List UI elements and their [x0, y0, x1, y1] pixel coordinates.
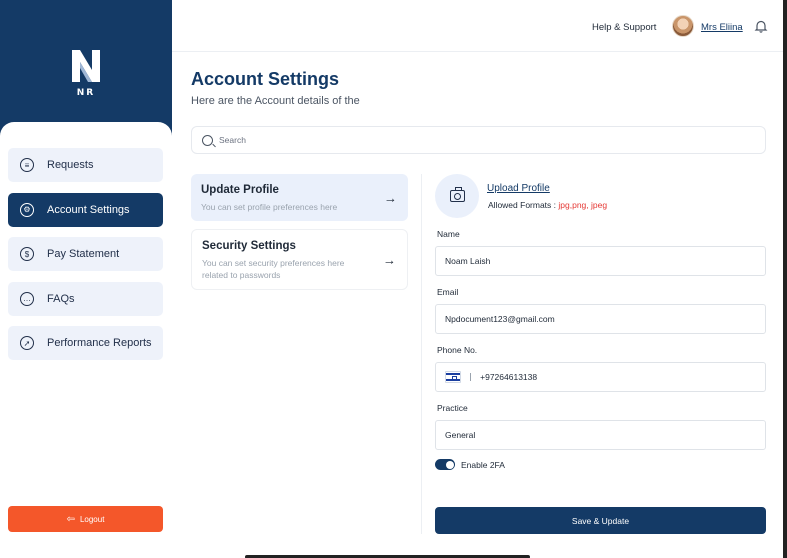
enable-2fa-toggle[interactable]: [435, 459, 455, 470]
help-support-link[interactable]: Help & Support: [592, 22, 656, 33]
upload-profile-link[interactable]: Upload Profile: [487, 183, 550, 194]
divider: [421, 174, 422, 534]
sidebar-item-performance-reports[interactable]: ➚ Performance Reports: [8, 326, 163, 360]
arrow-right-icon: →: [384, 190, 397, 205]
logo-n-icon: [72, 50, 100, 82]
card-description: You can set profile preferences here: [201, 202, 338, 212]
window-edge: [783, 0, 787, 558]
rocket-icon: ➚: [20, 336, 34, 350]
page-title: Account Settings: [191, 69, 340, 89]
card-description: You can set security preferences here re…: [202, 258, 345, 280]
app-window: NR ≡ Requests ⚙ Account Settings $ Pay S…: [0, 0, 787, 558]
email-field: [435, 304, 766, 334]
name-input[interactable]: [445, 256, 765, 266]
update-profile-card[interactable]: Update Profile You can set profile prefe…: [191, 174, 408, 221]
user-name-link[interactable]: Mrs Eliina: [701, 22, 743, 33]
bell-icon[interactable]: [754, 19, 768, 33]
camera-icon: [449, 187, 465, 202]
enable-2fa-label: Enable 2FA: [461, 460, 505, 470]
main-content: Account Settings Here are the Account de…: [172, 52, 787, 558]
brand-logo: NR: [62, 48, 110, 108]
phone-field: [435, 362, 766, 392]
sidebar-item-pay-statement[interactable]: $ Pay Statement: [8, 237, 163, 271]
israel-flag-icon[interactable]: [445, 371, 462, 383]
security-settings-card[interactable]: Security Settings You can set security p…: [191, 229, 408, 290]
search-input[interactable]: [219, 135, 719, 145]
sidebar-item-label: Requests: [47, 159, 94, 171]
logout-label: Logout: [79, 514, 105, 524]
sidebar-item-requests[interactable]: ≡ Requests: [8, 148, 163, 182]
phone-label: Phone No.: [437, 345, 478, 355]
allowed-formats-label: Allowed Formats :: [488, 200, 559, 210]
brand-logo-text: NR: [76, 88, 96, 98]
top-bar: Help & Support Mrs Eliina: [172, 0, 787, 52]
phone-separator: [470, 373, 472, 381]
name-label: Name: [437, 229, 460, 239]
email-input[interactable]: [445, 314, 765, 324]
practice-label: Practice: [437, 403, 468, 413]
sidebar-item-label: Account Settings: [47, 203, 130, 216]
logout-icon: ⇦: [66, 513, 75, 525]
phone-input[interactable]: [480, 372, 765, 382]
avatar[interactable]: [672, 15, 694, 37]
sidebar-item-label: FAQs: [47, 292, 75, 305]
gear-icon: ⚙: [20, 202, 34, 217]
upload-avatar-button[interactable]: [435, 174, 479, 218]
dollar-icon: $: [20, 247, 34, 261]
allowed-formats-value: jpg,png, jpeg: [558, 200, 608, 210]
search-icon: [202, 134, 213, 146]
card-title: Update Profile: [201, 184, 279, 196]
chat-icon: …: [20, 291, 34, 306]
allowed-formats: Allowed Formats : jpg,png, jpeg: [488, 200, 607, 210]
sidebar-item-faqs[interactable]: … FAQs: [8, 281, 163, 316]
document-icon: ≡: [20, 158, 34, 172]
sidebar: NR ≡ Requests ⚙ Account Settings $ Pay S…: [0, 0, 172, 558]
practice-input[interactable]: [445, 430, 765, 440]
name-field: [435, 246, 766, 276]
save-update-button[interactable]: Save & Update: [435, 507, 766, 534]
search-bar: [191, 126, 766, 154]
page-subtitle: Here are the Account details of the: [191, 95, 360, 107]
sidebar-nav: ≡ Requests ⚙ Account Settings $ Pay Stat…: [8, 148, 163, 371]
arrow-right-icon: →: [383, 252, 396, 267]
sidebar-item-account-settings[interactable]: ⚙ Account Settings: [8, 192, 163, 227]
logout-button[interactable]: ⇦ Logout: [8, 506, 163, 532]
card-title: Security Settings: [202, 240, 296, 252]
sidebar-header: NR: [0, 0, 172, 140]
email-label: Email: [437, 287, 459, 297]
sidebar-item-label: Pay Statement: [47, 248, 120, 260]
sidebar-item-label: Performance Reports: [47, 337, 152, 349]
practice-field: [435, 420, 766, 450]
